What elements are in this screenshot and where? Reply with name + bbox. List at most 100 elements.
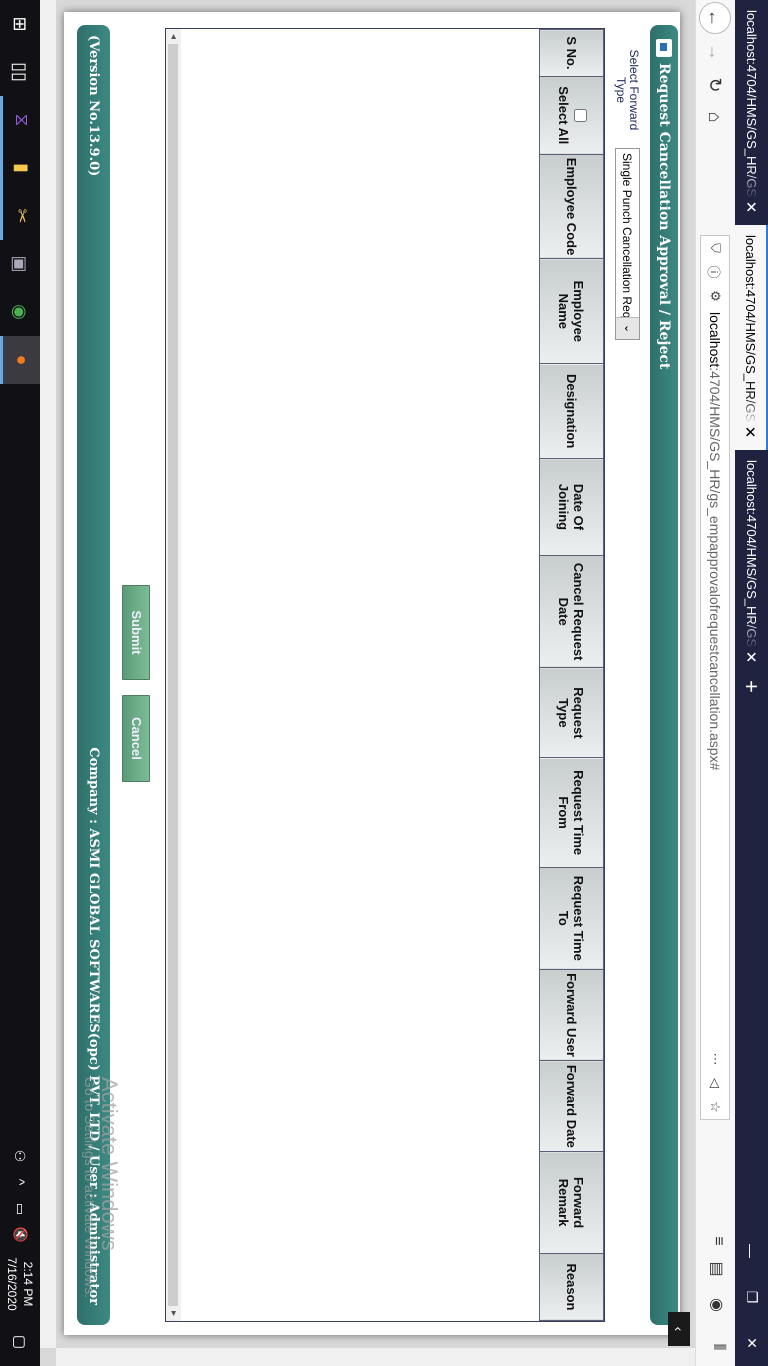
extension-menu-icon[interactable]: ⦀: [703, 1334, 727, 1360]
url-host: localhost: [707, 312, 723, 368]
tab-title: localhost:4704/HMS/GS_HR/GS_Em: [744, 460, 759, 649]
task-view-icon[interactable]: ▯▯: [0, 48, 40, 96]
page-card: Request Cancellation Approval / Reject S…: [64, 12, 680, 1335]
hub-icon[interactable]: ≡: [703, 1228, 727, 1254]
column-header-label: Forward Date: [564, 1064, 579, 1148]
forward-type-select[interactable]: Single Punch Cancellation Request ⌄: [615, 148, 640, 340]
version-text: (Version No.13.9.0): [86, 35, 101, 177]
file-explorer-icon[interactable]: ▮: [0, 144, 40, 192]
volume-muted-icon[interactable]: 🔇: [0, 1222, 40, 1248]
windows-taskbar: ⊞ ▯▯ ⧖ ▮ ✂ ▣ ◉ ● ⚇ ^ ▭ 🔇 2:14 PM 7/16/20…: [0, 0, 40, 1366]
browser-toolbar: ← → ↻ ⌂ ⛉ ⓘ ⚙ localhost:4704/HMS/GS_HR/g…: [695, 0, 735, 1366]
clock-time: 2:14 PM: [21, 1261, 35, 1307]
watermark-subtitle: Go to Settings to activate Windows.: [82, 1077, 98, 1298]
column-header: Forward Date: [539, 1060, 604, 1152]
column-header-label: Designation: [564, 373, 579, 449]
watermark-title: Activate Windows: [97, 1077, 122, 1251]
column-header-label: Forward User: [564, 973, 579, 1057]
network-icon[interactable]: ▭: [0, 1196, 40, 1222]
refresh-icon[interactable]: ↻: [699, 69, 731, 101]
page-vertical-scrollbar[interactable]: [56, 1348, 695, 1366]
column-header: Date Of Joining: [539, 458, 604, 556]
column-header-label: Employee Name: [556, 280, 587, 343]
minimize-icon[interactable]: —: [735, 1228, 768, 1274]
tab-title: localhost:4704/HMS/GS_HR/GS_Re: [743, 235, 758, 424]
tab-title: localhost:4704/HMS/GS_HR/GS_Re: [744, 10, 759, 199]
column-header: Forward Remark: [539, 1151, 604, 1254]
database-app-icon[interactable]: ▣: [0, 240, 40, 288]
column-header: Cancel Request Date: [539, 555, 604, 668]
visual-studio-app-icon[interactable]: ⧖: [0, 96, 40, 144]
tools-app-icon[interactable]: ✂: [0, 192, 40, 240]
home-icon[interactable]: ⌂: [699, 101, 731, 133]
forward-arrow-icon[interactable]: →: [699, 36, 731, 68]
more-dots-icon[interactable]: ⋯: [707, 1047, 723, 1071]
grid-horizontal-scrollbar[interactable]: ◂ ▸: [166, 29, 181, 1321]
column-header: Forward User: [539, 969, 604, 1061]
column-header: Reason: [539, 1253, 604, 1321]
browser-tab-bar: localhost:4704/HMS/GS_HR/GS_Re ✕ localhos…: [735, 0, 768, 1366]
column-header: Employee Code: [539, 154, 604, 259]
close-tab-icon[interactable]: ✕: [743, 199, 761, 215]
browser-tab-3[interactable]: localhost:4704/HMS/GS_HR/GS_Em ✕: [735, 450, 768, 675]
site-permissions-icon[interactable]: ⚙: [707, 284, 723, 308]
activate-windows-watermark: Activate Windows Go to Settings to activ…: [82, 1077, 122, 1298]
screen: localhost:4704/HMS/GS_HR/GS_Re ✕ localhos…: [0, 0, 768, 1366]
clock-date: 7/16/2020: [5, 1257, 19, 1311]
collapse-panel-chevron-icon[interactable]: ‹: [668, 1312, 690, 1346]
column-header-label: Cancel Request Date: [556, 562, 587, 661]
submit-button[interactable]: Submit: [122, 585, 150, 680]
column-header-label: Forward Remark: [556, 1176, 587, 1229]
home-icon[interactable]: [656, 39, 672, 57]
scroll-thumb[interactable]: [168, 44, 178, 1306]
request-grid: S No. Select All Employee Code Employee Nam…: [165, 28, 605, 1322]
browser-tab-1[interactable]: localhost:4704/HMS/GS_HR/GS_Re ✕: [735, 0, 768, 225]
url-path: :4704/HMS/GS_HR/gs_empapprovalofrequestc…: [707, 367, 723, 771]
column-header: Request Type: [539, 667, 604, 758]
close-tab-icon[interactable]: ✕: [743, 649, 761, 665]
column-header-label: Date Of Joining: [556, 483, 587, 531]
page-horizontal-scrollbar[interactable]: [40, 0, 56, 1348]
share-icon[interactable]: ◉: [703, 1292, 727, 1318]
forward-type-value: Single Punch Cancellation Request: [620, 153, 635, 317]
column-header: Designation: [539, 363, 604, 459]
firefox-icon[interactable]: ●: [0, 336, 40, 384]
notes-icon[interactable]: ▤: [703, 1256, 727, 1282]
read-aloud-icon[interactable]: ◁: [707, 1071, 723, 1095]
browser-tab-2-active[interactable]: localhost:4704/HMS/GS_HR/GS_Re ✕: [735, 225, 768, 450]
close-tab-icon[interactable]: ✕: [742, 424, 760, 440]
favorite-star-icon[interactable]: ☆: [707, 1095, 723, 1119]
column-header: Request Time To: [539, 867, 604, 970]
column-header: Employee Name: [539, 258, 604, 364]
cancel-button[interactable]: Cancel: [122, 695, 150, 782]
scroll-left-icon[interactable]: ◂: [166, 29, 181, 44]
address-bar[interactable]: ⛉ ⓘ ⚙ localhost:4704/HMS/GS_HR/gs_empapp…: [700, 235, 730, 1120]
url-text[interactable]: localhost:4704/HMS/GS_HR/gs_empapprovalo…: [707, 308, 723, 1047]
column-header[interactable]: Select All: [539, 76, 604, 155]
info-icon[interactable]: ⓘ: [706, 260, 725, 284]
windows-start-icon[interactable]: ⊞: [0, 0, 40, 48]
taskbar-clock[interactable]: 2:14 PM 7/16/2020: [4, 1252, 36, 1316]
column-header-label: Request Type: [556, 687, 587, 739]
table-header-row: S No. Select All Employee Code Employee Nam…: [539, 29, 604, 1321]
scroll-right-icon[interactable]: ▸: [166, 1306, 181, 1321]
close-window-icon[interactable]: ✕: [735, 1320, 768, 1366]
page-header: Request Cancellation Approval / Reject: [650, 25, 678, 1325]
column-header-label: Select All: [556, 86, 571, 145]
forward-type-label: Select Forward Type: [614, 49, 641, 131]
new-tab-plus-icon[interactable]: +: [738, 680, 764, 693]
column-header: S No.: [539, 29, 604, 77]
notifications-icon[interactable]: ▢: [0, 1318, 40, 1366]
back-arrow-icon[interactable]: ←: [699, 2, 731, 34]
column-header: Request Time From: [539, 757, 604, 868]
chevron-up-icon[interactable]: ^: [0, 1168, 40, 1196]
request-table: S No. Select All Employee Code Employee Nam…: [539, 29, 604, 1321]
shield-icon[interactable]: ⛉: [707, 236, 723, 260]
column-header-label: S No.: [564, 36, 579, 70]
restore-icon[interactable]: ❐: [735, 1274, 768, 1320]
column-header-label: Request Time To: [556, 875, 587, 961]
column-header-label: Request Time From: [556, 770, 587, 856]
column-header-label: Employee Code: [564, 157, 579, 256]
select-all-checkbox[interactable]: [574, 108, 587, 122]
chrome-icon[interactable]: ◉: [0, 288, 40, 336]
